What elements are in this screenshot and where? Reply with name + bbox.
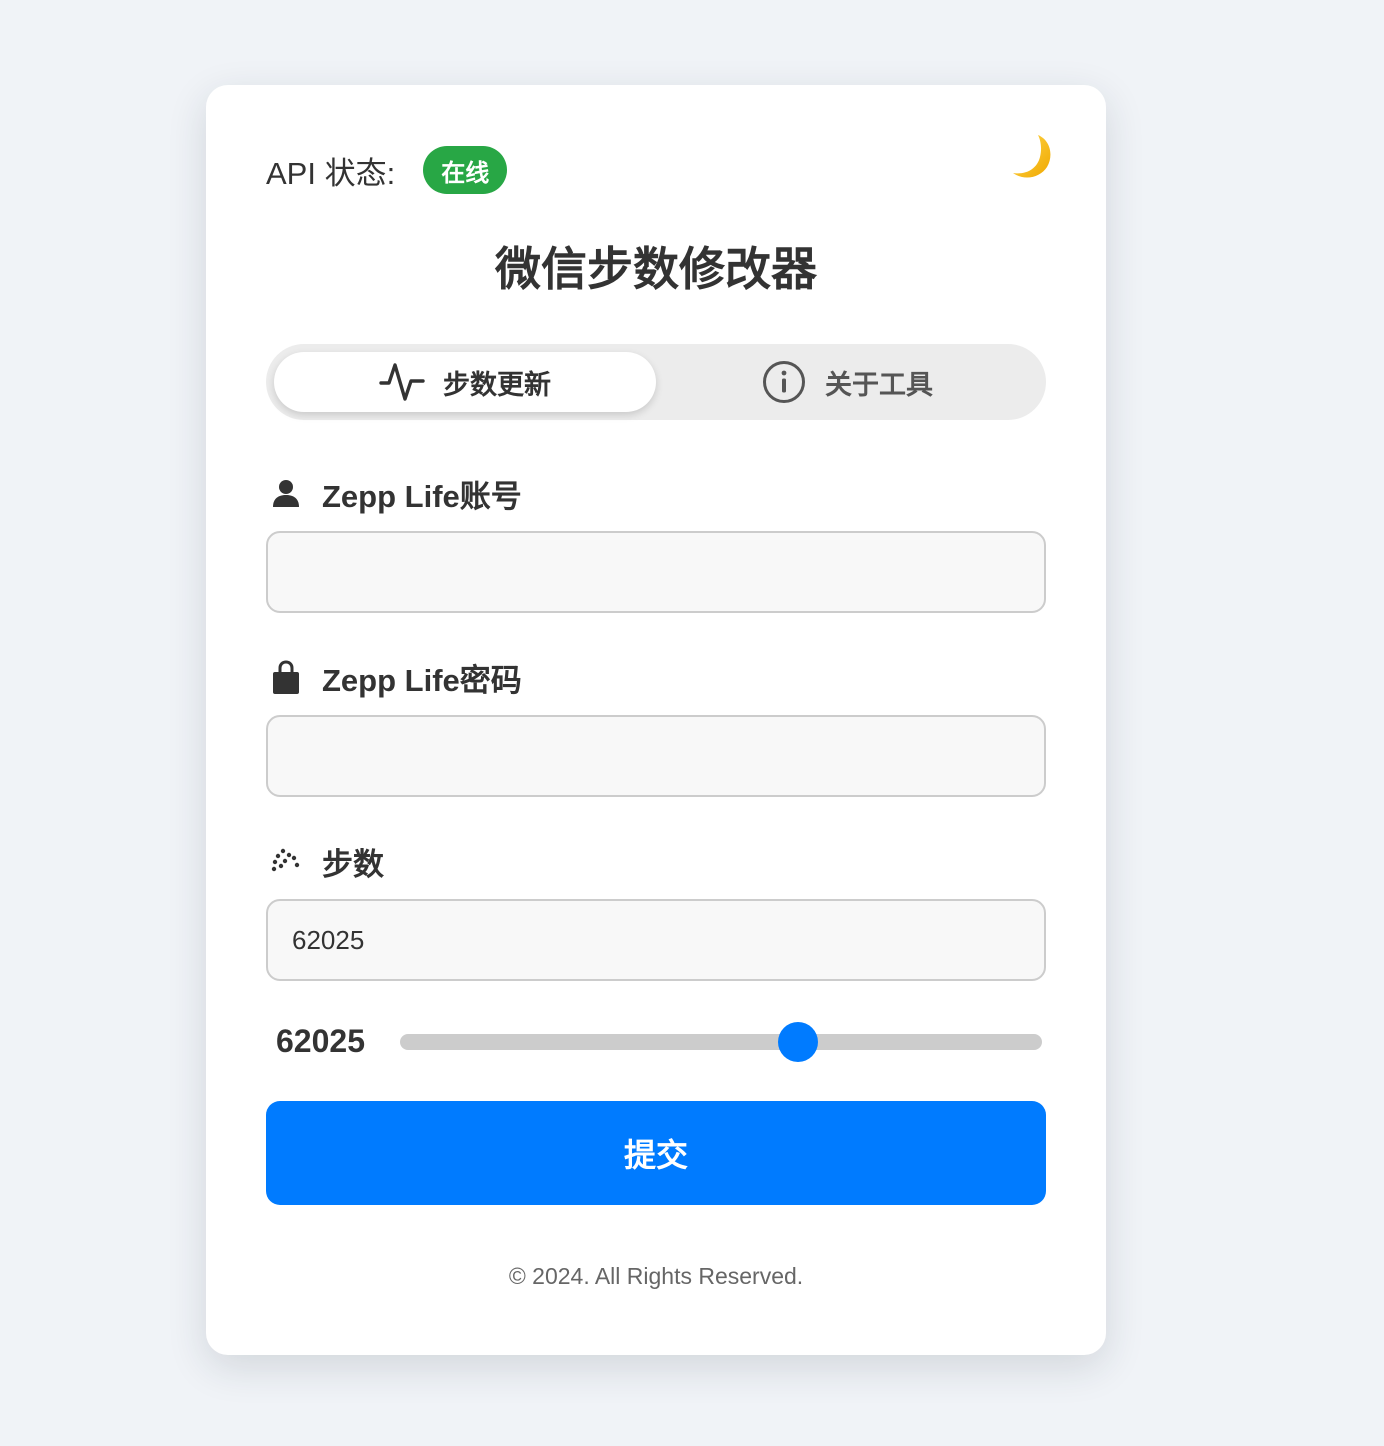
slider-value: 62025 bbox=[276, 1023, 365, 1059]
moon-icon bbox=[1013, 135, 1051, 178]
account-label-text: Zepp Life账号 bbox=[322, 478, 522, 514]
account-input[interactable] bbox=[266, 531, 1046, 613]
info-circle-icon bbox=[761, 359, 807, 405]
tab-bar: 步数更新 关于工具 bbox=[266, 344, 1046, 420]
status-badge: 在线 bbox=[423, 146, 508, 194]
tab-about-tool-label: 关于工具 bbox=[825, 369, 933, 400]
submit-button[interactable]: 提交 bbox=[266, 1101, 1046, 1205]
steps-label: 步数 bbox=[266, 839, 384, 883]
password-input[interactable] bbox=[266, 715, 1046, 797]
footprints-icon bbox=[266, 841, 306, 881]
account-label: Zepp Life账号 bbox=[266, 471, 522, 515]
tab-about-tool[interactable]: 关于工具 bbox=[656, 352, 1038, 412]
tab-step-update-label: 步数更新 bbox=[443, 369, 551, 400]
tab-step-update[interactable]: 步数更新 bbox=[274, 352, 656, 412]
api-status-row: API 状态: 在线 bbox=[266, 145, 508, 195]
steps-slider-row: 62025 bbox=[276, 1015, 1046, 1071]
activity-pulse-icon bbox=[379, 359, 425, 405]
user-icon bbox=[266, 473, 306, 513]
footer-copyright: © 2024. All Rights Reserved. bbox=[508, 1263, 804, 1289]
password-label-text: Zepp Life密码 bbox=[322, 662, 522, 698]
lock-icon bbox=[266, 657, 306, 697]
steps-input[interactable] bbox=[266, 899, 1046, 981]
steps-slider-track[interactable] bbox=[400, 1022, 1042, 1062]
theme-toggle-button[interactable] bbox=[1004, 131, 1056, 183]
main-card: API 状态: 在线 微信步数修改器 步数更新 关于工具 Zepp Life账号… bbox=[206, 85, 1106, 1355]
steps-slider-thumb[interactable] bbox=[778, 1022, 819, 1062]
page-title: 微信步数修改器 bbox=[495, 243, 817, 295]
api-status-label: API 状态: bbox=[266, 155, 396, 191]
password-label: Zepp Life密码 bbox=[266, 655, 522, 699]
steps-label-text: 步数 bbox=[322, 846, 384, 882]
